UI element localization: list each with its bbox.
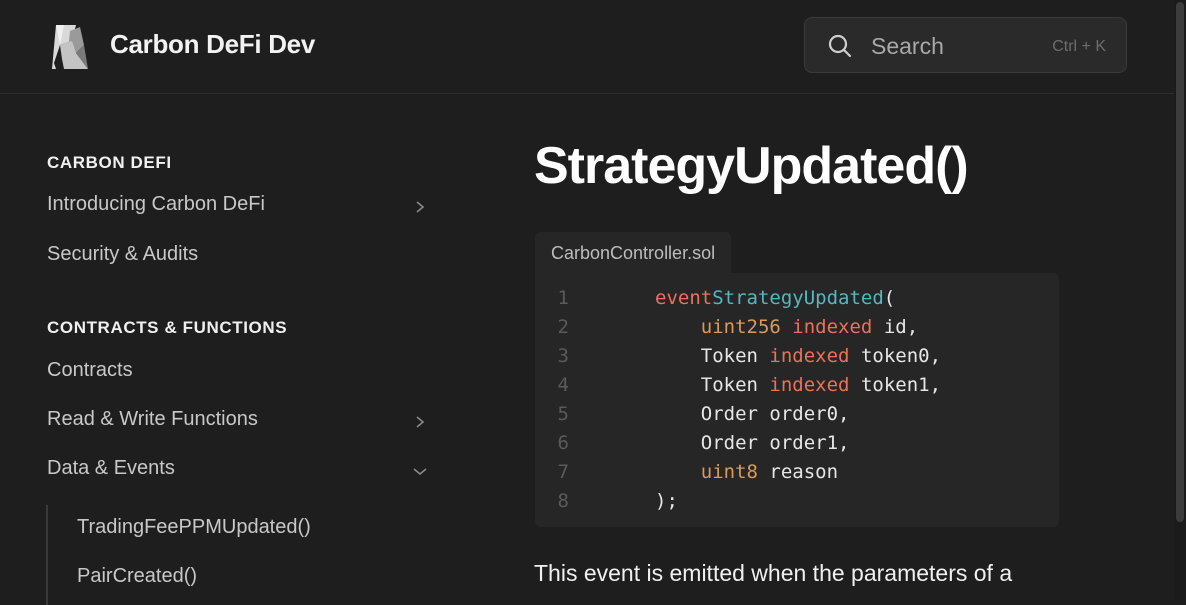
code-block: 1 eventStrategyUpdated(2 uint256 indexed … <box>535 273 1059 527</box>
search-label: Search <box>871 33 944 59</box>
section-title-contracts-functions: CONTRACTS & FUNCTIONS <box>47 318 288 337</box>
code-line: 6 Order order1, <box>535 429 850 458</box>
line-number: 7 <box>557 461 569 483</box>
code-token: indexed <box>769 374 850 396</box>
sidebar-item-security-audits[interactable]: Security & Audits <box>47 243 437 275</box>
code-line: 7 uint8 reason <box>535 458 839 487</box>
submenu-divider <box>46 505 48 605</box>
sidebar-item-read-write-functions[interactable]: Read & Write Functions <box>47 408 437 440</box>
scrollbar-thumb[interactable] <box>1176 2 1184 522</box>
sidebar-item-label: Introducing Carbon DeFi <box>47 193 265 215</box>
code-text: ); <box>655 487 678 516</box>
line-number: 8 <box>557 490 569 512</box>
code-line: 2 uint256 indexed id, <box>535 313 919 342</box>
code-token: indexed <box>769 345 850 367</box>
line-number: 2 <box>557 316 569 338</box>
code-token: Order <box>700 403 758 425</box>
line-number: 6 <box>557 432 569 454</box>
code-token: token0, <box>860 345 942 367</box>
line-number: 3 <box>557 345 569 367</box>
code-text: Token indexed token1, <box>655 371 941 400</box>
code-token: Token <box>700 345 758 367</box>
code-token: ); <box>655 490 678 512</box>
code-token: order1, <box>769 432 850 454</box>
code-line: 1 eventStrategyUpdated( <box>535 284 896 313</box>
carbon-logo[interactable] <box>50 23 90 71</box>
page-scrollbar[interactable] <box>1174 0 1186 600</box>
search-button[interactable]: Search Ctrl + K <box>804 17 1127 73</box>
code-token: id, <box>883 316 919 338</box>
sidebar-item-contracts[interactable]: Contracts <box>47 359 437 391</box>
chevron-down-icon[interactable] <box>413 461 427 481</box>
sidebar-subitem-paircreated[interactable]: PairCreated() <box>77 565 197 588</box>
section-title-carbon-defi: CARBON DEFI <box>47 153 172 172</box>
sidebar-item-label: Contracts <box>47 359 133 381</box>
code-token: indexed <box>792 316 873 338</box>
code-text: Token indexed token0, <box>655 342 941 371</box>
body-paragraph: This event is emitted when the parameter… <box>534 560 1013 586</box>
code-token: reason <box>769 461 839 483</box>
sidebar-subitem-tradingfeeppmupdated[interactable]: TradingFeePPMUpdated() <box>77 516 311 539</box>
line-number: 1 <box>557 287 569 309</box>
code-line: 8); <box>535 487 678 516</box>
search-shortcut-hint: Ctrl + K <box>1052 38 1106 55</box>
top-header: Carbon DeFi Dev Search Ctrl + K <box>0 0 1174 94</box>
site-title[interactable]: Carbon DeFi Dev <box>110 29 315 60</box>
code-token: uint8 <box>700 461 758 483</box>
sidebar-item-data-events[interactable]: Data & Events <box>47 457 437 489</box>
sidebar-item-label: Read & Write Functions <box>47 408 258 430</box>
code-line: 4 Token indexed token1, <box>535 371 941 400</box>
code-token: order0, <box>769 403 850 425</box>
sidebar-item-introducing-carbon-defi[interactable]: Introducing Carbon DeFi <box>47 193 437 225</box>
code-token: token1, <box>860 374 942 396</box>
code-file-tab[interactable]: CarbonController.sol <box>535 232 732 274</box>
code-token: Token <box>700 374 758 396</box>
code-text: eventStrategyUpdated( <box>655 284 895 313</box>
sidebar-item-label: Data & Events <box>47 457 175 479</box>
code-token: StrategyUpdated <box>712 287 884 309</box>
code-text: Order order1, <box>655 429 850 458</box>
search-icon <box>828 34 852 58</box>
line-number: 4 <box>557 374 569 396</box>
sidebar-nav: CARBON DEFI Introducing Carbon DeFi Secu… <box>0 94 460 605</box>
chevron-right-icon[interactable] <box>413 412 427 432</box>
code-token: uint256 <box>700 316 781 338</box>
sidebar-item-label: Security & Audits <box>47 243 199 265</box>
code-line: 5 Order order0, <box>535 400 850 429</box>
line-number: 5 <box>557 403 569 425</box>
code-token: ( <box>883 287 896 309</box>
code-text: uint256 indexed id, <box>655 313 918 342</box>
page-title: StrategyUpdated() <box>534 137 969 195</box>
code-text: Order order0, <box>655 400 850 429</box>
code-token: event <box>655 287 713 309</box>
code-token: Order <box>700 432 758 454</box>
chevron-right-icon[interactable] <box>413 197 427 217</box>
code-line: 3 Token indexed token0, <box>535 342 941 371</box>
code-text: uint8 reason <box>655 458 838 487</box>
